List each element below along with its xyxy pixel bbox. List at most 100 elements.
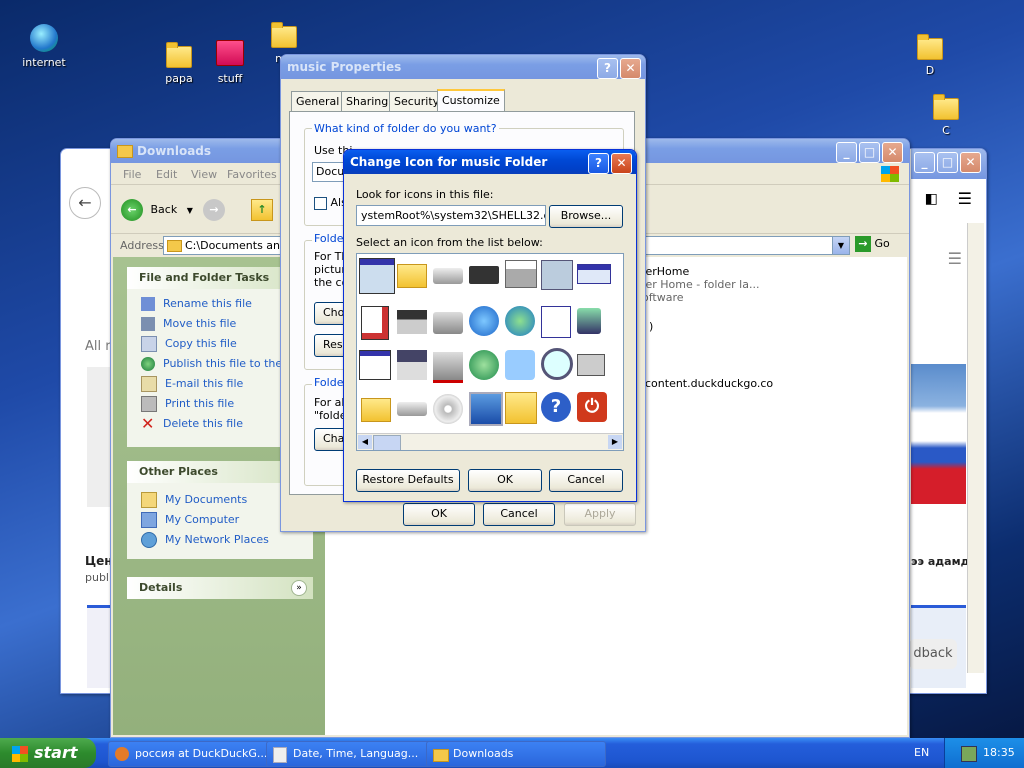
shutdown-icon[interactable]: ⏻ <box>577 392 607 422</box>
up-folder-icon[interactable]: ↑ <box>251 199 273 221</box>
back-icon[interactable]: ← <box>69 187 101 219</box>
go-button[interactable]: → Go <box>855 236 890 254</box>
tab-sharing[interactable]: Sharing <box>341 91 394 111</box>
details-panel[interactable]: Details » <box>127 577 313 599</box>
folder-icon[interactable] <box>361 398 391 422</box>
result-title[interactable]: Цен <box>85 554 113 568</box>
checkbox-box[interactable] <box>314 196 327 210</box>
feedback-button[interactable]: dback <box>909 639 957 669</box>
drive-icon[interactable] <box>433 268 463 284</box>
desktop-icon-internet[interactable]: internet <box>14 24 74 69</box>
network-drive-icon[interactable] <box>433 312 463 334</box>
minimize-button[interactable]: _ <box>914 152 935 173</box>
clock-icon[interactable] <box>541 260 573 290</box>
restore-defaults-button[interactable]: Restore Defaults <box>356 469 460 492</box>
globe-icon[interactable] <box>469 350 499 380</box>
dropdown-arrow-icon[interactable]: ▼ <box>187 206 193 215</box>
help-button[interactable]: ? <box>588 153 609 174</box>
expand-chevron-icon[interactable]: » <box>291 580 307 596</box>
tab-customize[interactable]: Customize <box>437 89 505 112</box>
checklist-icon[interactable] <box>541 306 571 338</box>
folder-icon[interactable] <box>397 264 427 288</box>
tray-icon[interactable] <box>961 746 977 762</box>
floppy-drive-icon[interactable] <box>397 350 427 380</box>
also-apply-checkbox[interactable]: Als <box>314 196 347 210</box>
language-indicator[interactable]: EN <box>914 746 929 759</box>
my-computer-link[interactable]: My Computer <box>141 511 239 529</box>
document-icon[interactable] <box>361 306 389 340</box>
change-icon-titlebar[interactable]: Change Icon for music Folder ? ✕ <box>344 150 636 174</box>
help-icon[interactable]: ? <box>541 392 571 422</box>
taskbar-button-downloads[interactable]: Downloads <box>426 741 606 767</box>
menu-icon[interactable]: ☰ <box>948 249 962 268</box>
close-button[interactable]: ✕ <box>960 152 981 173</box>
publish-file-link[interactable]: Publish this file to the We <box>141 355 303 373</box>
minimize-button[interactable]: _ <box>836 142 857 163</box>
vertical-scrollbar[interactable] <box>967 223 984 673</box>
window-icon[interactable] <box>577 264 611 284</box>
desktop-icon-d[interactable]: D <box>900 34 960 77</box>
sidebar-toggle-icon[interactable]: ◧ <box>925 191 938 207</box>
menu-edit[interactable]: Edit <box>156 168 177 181</box>
help-button[interactable]: ? <box>597 58 618 79</box>
close-button[interactable]: ✕ <box>611 153 632 174</box>
back-button[interactable]: ← Back ▼ <box>121 199 193 223</box>
control-panel-icon[interactable] <box>505 392 537 424</box>
desktop-icon-c[interactable]: C <box>916 94 976 137</box>
desktop-icon-stuff[interactable]: stuff <box>200 40 260 85</box>
window-icon[interactable] <box>359 258 395 294</box>
tab-security[interactable]: Security <box>389 91 445 111</box>
globe-monitor-icon[interactable] <box>505 306 535 336</box>
cd-drive-icon[interactable] <box>433 394 463 424</box>
search-icon[interactable] <box>541 348 573 380</box>
address-dropdown-icon[interactable]: ▼ <box>832 236 850 255</box>
scroll-left-icon[interactable]: ◀ <box>358 435 372 449</box>
close-button[interactable]: ✕ <box>882 142 903 163</box>
result-title[interactable]: ээ адамд <box>911 555 969 568</box>
my-network-places-link[interactable]: My Network Places <box>141 531 269 549</box>
scroll-right-icon[interactable]: ▶ <box>608 435 622 449</box>
rename-file-link[interactable]: Rename this file <box>141 295 252 313</box>
maximize-button[interactable]: □ <box>937 152 958 173</box>
window-icon[interactable] <box>359 350 391 380</box>
cancel-button[interactable]: Cancel <box>549 469 623 492</box>
taskbar-button-label: россия at DuckDuckG... <box>135 747 268 760</box>
drive-icon[interactable] <box>397 402 427 416</box>
taskbar-button-browser[interactable]: россия at DuckDuckG... <box>108 741 288 767</box>
browse-button[interactable]: Browse... <box>549 205 623 228</box>
maximize-button[interactable]: □ <box>859 142 880 163</box>
ok-button[interactable]: OK <box>403 503 475 526</box>
close-button[interactable]: ✕ <box>620 58 641 79</box>
menu-favorites[interactable]: Favorites <box>227 168 277 181</box>
menu-file[interactable]: File <box>123 168 141 181</box>
scroll-thumb[interactable] <box>373 435 401 450</box>
icon-file-input[interactable]: ystemRoot%\system32\SHELL32.dll <box>356 205 546 226</box>
print-file-link[interactable]: Print this file <box>141 395 234 413</box>
network-drive-icon[interactable] <box>397 310 427 334</box>
tab-general[interactable]: General <box>291 91 345 111</box>
copy-file-link[interactable]: Copy this file <box>141 335 237 353</box>
cancel-button[interactable]: Cancel <box>483 503 555 526</box>
icon-list[interactable]: ? ⏻ ◀ ▶ <box>356 253 624 451</box>
ok-button[interactable]: OK <box>468 469 542 492</box>
apply-button[interactable]: Apply <box>564 503 636 526</box>
disconnected-drive-icon[interactable] <box>433 352 463 383</box>
chip-icon[interactable] <box>469 266 499 284</box>
shield-icon[interactable] <box>577 308 601 334</box>
printer-icon[interactable] <box>505 260 537 288</box>
properties-titlebar[interactable]: music Properties ? ✕ <box>281 55 645 79</box>
computer-icon[interactable] <box>469 392 503 426</box>
taskbar-button-date-time[interactable]: Date, Time, Languag... <box>266 741 446 767</box>
run-icon[interactable] <box>577 354 605 376</box>
delete-file-link[interactable]: ✕ Delete this file <box>141 415 243 433</box>
internet-explorer-icon[interactable] <box>469 306 499 336</box>
menu-view[interactable]: View <box>191 168 217 181</box>
my-documents-link[interactable]: My Documents <box>141 491 247 509</box>
move-file-link[interactable]: Move this file <box>141 315 236 333</box>
network-icon[interactable] <box>505 350 535 380</box>
email-file-link[interactable]: E-mail this file <box>141 375 243 393</box>
menu-icon[interactable]: ☰ <box>958 189 972 208</box>
forward-button[interactable]: → <box>203 199 225 221</box>
horizontal-scrollbar[interactable]: ◀ ▶ <box>357 433 623 450</box>
start-button[interactable]: start <box>0 738 96 768</box>
